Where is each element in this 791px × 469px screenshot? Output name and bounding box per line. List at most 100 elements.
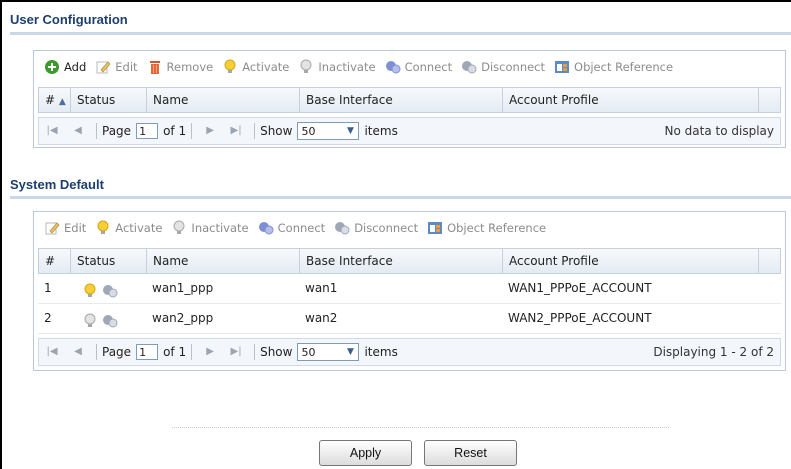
column-header-account-profile[interactable]: Account Profile bbox=[503, 249, 759, 273]
user-configuration-title: User Configuration bbox=[10, 12, 128, 27]
lightbulb-off-icon bbox=[298, 59, 314, 75]
next-page-icon[interactable]: ▶ bbox=[203, 124, 217, 138]
system-default-toolbar: Edit Activate Inactivate Connect Disconn… bbox=[34, 215, 785, 241]
add-icon bbox=[44, 59, 60, 75]
sort-ascending-icon: ▲ bbox=[58, 97, 66, 107]
items-per-page-value: 50 bbox=[301, 345, 316, 359]
page-number-input[interactable]: 1 bbox=[136, 344, 159, 360]
disconnect-button[interactable]: Disconnect bbox=[334, 220, 418, 236]
object-reference-label: Object Reference bbox=[447, 221, 547, 235]
chevron-down-icon: ▼ bbox=[347, 347, 354, 357]
inactivate-label: Inactivate bbox=[191, 221, 249, 235]
add-label: Add bbox=[64, 60, 87, 74]
show-label: Show bbox=[260, 124, 293, 138]
disconnect-label: Disconnect bbox=[481, 60, 546, 74]
page-label: Page bbox=[102, 345, 132, 359]
last-page-icon[interactable]: ▶| bbox=[229, 345, 243, 359]
inactivate-button[interactable]: Inactivate bbox=[171, 220, 249, 236]
pager-separator bbox=[96, 344, 97, 360]
table-row[interactable]: 1 wan1_ppp wan1 WAN1_PPPoE_ACCOUNT bbox=[38, 274, 781, 304]
reset-button[interactable]: Reset bbox=[424, 440, 517, 466]
row-account-profile: WAN2_PPPoE_ACCOUNT bbox=[508, 311, 652, 325]
row-base-interface: wan1 bbox=[305, 281, 338, 295]
apply-button[interactable]: Apply bbox=[319, 440, 412, 466]
connect-label: Connect bbox=[404, 60, 453, 74]
lightbulb-on-icon bbox=[95, 220, 111, 236]
items-label: items bbox=[364, 345, 398, 359]
disconnect-icon bbox=[102, 311, 118, 327]
pager-summary: Displaying 1 - 2 of 2 bbox=[653, 345, 774, 359]
page-count-label: of 1 bbox=[163, 345, 187, 359]
inactivate-button[interactable]: Inactivate bbox=[298, 59, 376, 75]
previous-page-icon[interactable]: ◀ bbox=[71, 124, 85, 138]
column-header-base-interface[interactable]: Base Interface bbox=[300, 249, 503, 273]
remove-button[interactable]: Remove bbox=[147, 59, 214, 75]
system-default-panel: Edit Activate Inactivate Connect Disconn… bbox=[33, 211, 786, 371]
edit-label: Edit bbox=[64, 221, 87, 235]
row-status bbox=[70, 274, 146, 303]
first-page-icon[interactable]: |◀ bbox=[45, 345, 59, 359]
remove-label: Remove bbox=[166, 60, 214, 74]
row-base-interface: wan2 bbox=[305, 311, 338, 325]
table-row[interactable]: 2 wan2_ppp wan2 WAN2_PPPoE_ACCOUNT bbox=[38, 304, 781, 334]
column-header-account-profile[interactable]: Account Profile bbox=[503, 88, 759, 112]
column-header-name[interactable]: Name bbox=[147, 249, 300, 273]
user-configuration-rule bbox=[10, 32, 791, 35]
row-number: 2 bbox=[44, 311, 52, 325]
first-page-icon[interactable]: |◀ bbox=[45, 124, 59, 138]
row-number: 1 bbox=[44, 281, 52, 295]
column-header-name[interactable]: Name bbox=[147, 88, 300, 112]
pager-separator bbox=[191, 344, 193, 360]
edit-button[interactable]: Edit bbox=[95, 59, 138, 75]
lightbulb-on-icon bbox=[222, 59, 238, 75]
lightbulb-on-icon bbox=[82, 281, 98, 297]
column-header-spacer bbox=[759, 249, 780, 273]
object-reference-icon bbox=[554, 59, 570, 75]
column-header-base-interface[interactable]: Base Interface bbox=[300, 88, 503, 112]
activate-button[interactable]: Activate bbox=[95, 220, 162, 236]
column-number-label: # bbox=[45, 93, 56, 107]
next-page-icon[interactable]: ▶ bbox=[203, 345, 217, 359]
lightbulb-off-icon bbox=[171, 220, 187, 236]
edit-button[interactable]: Edit bbox=[44, 220, 86, 236]
object-reference-button[interactable]: Object Reference bbox=[554, 59, 673, 75]
object-reference-button[interactable]: Object Reference bbox=[427, 220, 546, 236]
system-default-title: System Default bbox=[10, 177, 104, 192]
items-per-page-value: 50 bbox=[301, 124, 316, 138]
row-name: wan2_ppp bbox=[152, 311, 214, 325]
activate-button[interactable]: Activate bbox=[222, 59, 289, 75]
page-number-input[interactable]: 1 bbox=[136, 123, 159, 139]
user-configuration-panel: Add Edit Remove Activate Inactivate Conn… bbox=[33, 50, 786, 148]
pager-separator bbox=[191, 123, 193, 139]
column-header-number[interactable]: # bbox=[39, 249, 71, 273]
items-per-page-select[interactable]: 50 ▼ bbox=[297, 122, 360, 140]
activate-label: Activate bbox=[115, 221, 163, 235]
pager-separator bbox=[254, 123, 256, 139]
user-configuration-toolbar: Add Edit Remove Activate Inactivate Conn… bbox=[34, 54, 785, 80]
edit-label: Edit bbox=[115, 60, 138, 74]
column-header-spacer bbox=[759, 88, 780, 112]
pager-separator bbox=[254, 344, 256, 360]
connect-icon bbox=[385, 59, 401, 75]
items-per-page-select[interactable]: 50 ▼ bbox=[297, 343, 360, 361]
connect-icon bbox=[258, 220, 274, 236]
disconnect-icon bbox=[461, 59, 477, 75]
column-header-status[interactable]: Status bbox=[71, 249, 147, 273]
connect-button[interactable]: Connect bbox=[385, 59, 453, 75]
connect-button[interactable]: Connect bbox=[258, 220, 326, 236]
object-reference-label: Object Reference bbox=[574, 60, 674, 74]
column-header-number[interactable]: # ▲ bbox=[39, 88, 71, 112]
system-default-table-header: # Status Name Base Interface Account Pro… bbox=[38, 248, 781, 274]
add-button[interactable]: Add bbox=[44, 59, 86, 75]
disconnect-icon bbox=[334, 220, 350, 236]
previous-page-icon[interactable]: ◀ bbox=[71, 345, 85, 359]
column-header-status[interactable]: Status bbox=[71, 88, 147, 112]
row-status bbox=[70, 304, 146, 333]
last-page-icon[interactable]: ▶| bbox=[229, 124, 243, 138]
footer-divider bbox=[172, 427, 669, 429]
pager-separator bbox=[96, 123, 97, 139]
chevron-down-icon: ▼ bbox=[347, 126, 354, 136]
connect-label: Connect bbox=[277, 221, 326, 235]
window-border-top bbox=[0, 0, 791, 2]
disconnect-button[interactable]: Disconnect bbox=[461, 59, 545, 75]
